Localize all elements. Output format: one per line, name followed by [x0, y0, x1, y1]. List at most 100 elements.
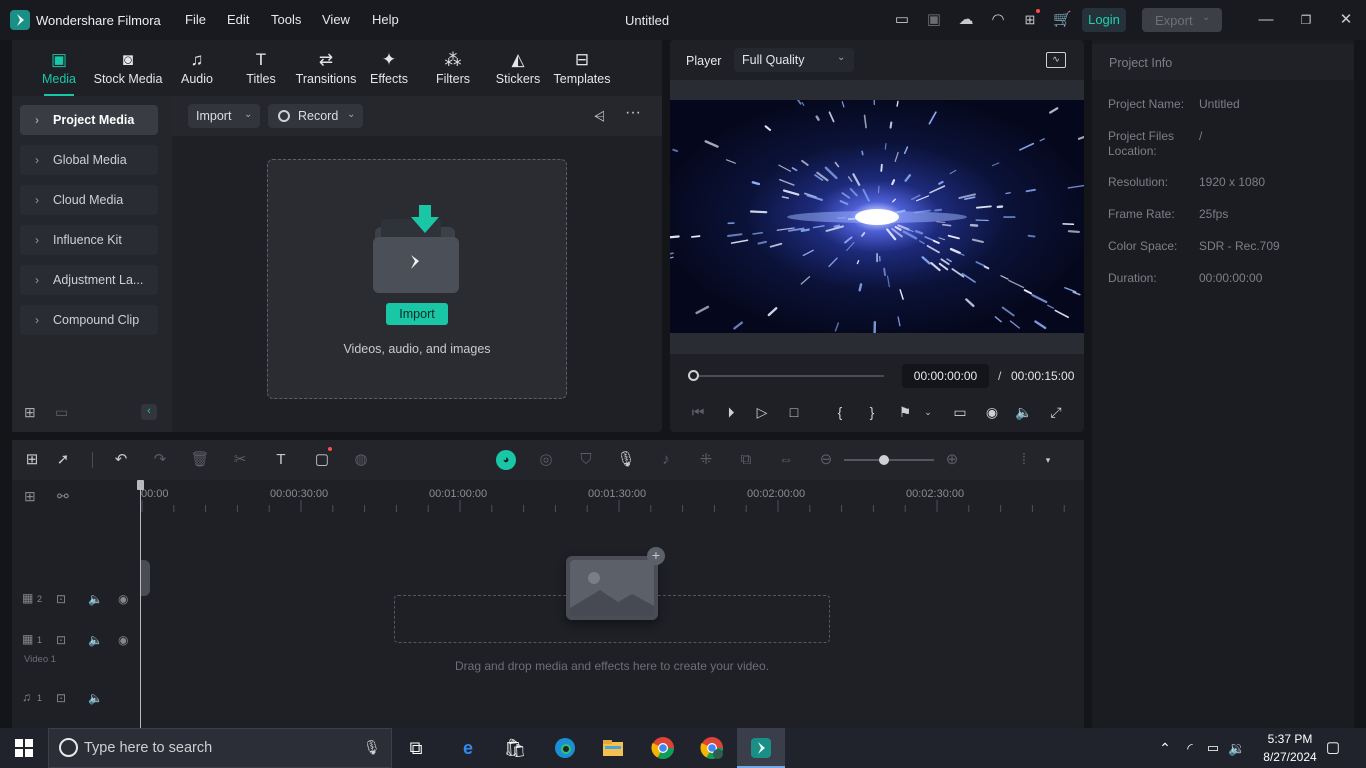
tab-filters[interactable]: ⁂ Filters — [430, 50, 476, 92]
undo-icon[interactable]: ↶ — [111, 450, 131, 470]
cloud-upload-icon[interactable]: ☁ — [957, 11, 975, 29]
clock-time[interactable]: 5:37 PM — [1256, 732, 1324, 746]
new-folder-icon[interactable]: ⊞ — [24, 404, 36, 421]
login-button[interactable]: Login — [1082, 8, 1126, 32]
tab-stock-media[interactable]: ◙ Stock Media — [93, 50, 163, 92]
sidebar-item-cloud-media[interactable]: Cloud Media — [20, 185, 158, 215]
sidebar-item-compound-clip[interactable]: Compound Clip — [20, 305, 158, 335]
chrome-icon[interactable] — [651, 736, 675, 760]
fullscreen-icon[interactable]: ⤢ — [1046, 402, 1066, 422]
cart-icon[interactable]: 🛒 — [1053, 11, 1072, 29]
mute-icon[interactable]: 🔈 — [88, 633, 103, 647]
step-forward-icon[interactable]: ⏵ — [721, 402, 741, 422]
shield-marker-icon[interactable]: ⛉ — [576, 450, 596, 470]
tab-audio[interactable]: ♫ Audio — [174, 50, 220, 92]
tab-templates[interactable]: ⊟ Templates — [552, 50, 612, 92]
import-button[interactable]: Import — [386, 303, 448, 325]
display-settings-icon[interactable]: ▭ — [950, 402, 970, 422]
auto-reframe-icon[interactable]: ⧉ — [736, 450, 756, 470]
zoom-slider-track[interactable] — [844, 459, 934, 461]
mark-in-icon[interactable]: { — [830, 402, 850, 422]
lock-icon[interactable]: ⊡ — [56, 633, 66, 647]
chevron-down-icon[interactable]: ▾ — [1038, 450, 1058, 470]
minimize-icon[interactable]: — — [1257, 11, 1275, 29]
more-options-icon[interactable]: ··· — [625, 104, 641, 122]
track-resize-handle[interactable] — [141, 560, 150, 596]
ai-tools-icon[interactable]: ⁜ — [696, 450, 716, 470]
headset-icon[interactable]: ◠ — [989, 11, 1007, 29]
file-explorer-icon[interactable] — [601, 736, 625, 760]
wifi-icon[interactable]: ◜ — [1178, 736, 1202, 760]
menu-view[interactable]: View — [322, 12, 350, 27]
cut-scissors-icon[interactable]: ✂ — [230, 450, 250, 470]
prev-frame-icon[interactable]: ⏮ — [688, 402, 708, 422]
ai-assistant-icon[interactable]: ◕ — [496, 450, 516, 470]
sidebar-item-project-media[interactable]: Project Media — [20, 105, 158, 135]
zoom-slider-knob[interactable] — [879, 455, 889, 465]
chrome-profile-icon[interactable] — [700, 736, 724, 760]
crop-icon[interactable]: ▢ — [312, 450, 332, 470]
current-time-display[interactable]: 00:00:00:00 — [902, 364, 989, 388]
eye-icon[interactable]: ◉ — [118, 633, 128, 647]
select-pointer-icon[interactable]: ➚ — [53, 450, 73, 470]
marker-icon[interactable]: ⚑ — [895, 402, 915, 422]
menu-help[interactable]: Help — [372, 12, 399, 27]
chevron-down-icon[interactable]: ⌄ — [918, 402, 938, 422]
notification-center-icon[interactable]: ▢ — [1321, 736, 1345, 760]
redo-icon[interactable]: ↷ — [150, 450, 170, 470]
tab-transitions[interactable]: ⇄ Transitions — [293, 50, 359, 92]
record-dropdown[interactable]: Record ⌄ — [268, 104, 363, 128]
text-tool-icon[interactable]: T — [271, 450, 291, 470]
layout-grid-icon[interactable]: ⊞ — [22, 450, 42, 470]
lock-icon[interactable]: ⊡ — [56, 592, 66, 606]
edge-legacy-icon[interactable]: e — [456, 736, 480, 760]
scopes-icon[interactable]: ∿ — [1046, 52, 1066, 68]
link-icon[interactable]: ⚯ — [57, 488, 69, 505]
tab-titles[interactable]: T Titles — [238, 50, 284, 92]
track-layout-icon[interactable]: ⁞ — [1014, 450, 1034, 470]
layout-icon[interactable]: ▭ — [893, 11, 911, 29]
task-view-icon[interactable]: ⧉ — [404, 736, 428, 760]
audio-mixer-icon[interactable]: ♪ — [656, 450, 676, 470]
microphone-icon[interactable]: 🎙 — [363, 739, 381, 756]
sidebar-item-global-media[interactable]: Global Media — [20, 145, 158, 175]
menu-file[interactable]: File — [185, 12, 206, 27]
tab-effects[interactable]: ✦ Effects — [366, 50, 412, 92]
export-button[interactable]: Export ⌄ — [1142, 8, 1222, 32]
snapshot-camera-icon[interactable]: ◉ — [982, 402, 1002, 422]
filmora-taskbar-icon[interactable] — [749, 736, 773, 760]
close-icon[interactable]: ✕ — [1337, 11, 1355, 29]
stop-icon[interactable]: □ — [784, 402, 804, 422]
fit-timeline-icon[interactable]: ⇔ — [776, 450, 796, 470]
sidebar-item-influence-kit[interactable]: Influence Kit — [20, 225, 158, 255]
battery-icon[interactable]: ▭ — [1201, 736, 1225, 760]
zoom-in-icon[interactable]: ⊕ — [942, 450, 962, 470]
delete-icon[interactable]: 🗑 — [190, 450, 210, 470]
playhead-knob[interactable] — [688, 370, 699, 381]
mark-out-icon[interactable]: } — [862, 402, 882, 422]
chevron-up-icon[interactable]: ⌃ — [1153, 736, 1177, 760]
apps-grid-icon[interactable]: ⊞ — [1021, 11, 1039, 29]
playhead-line[interactable] — [140, 480, 141, 728]
quality-dropdown[interactable]: Full Quality ⌄ — [734, 48, 854, 72]
play-icon[interactable]: ▷ — [752, 402, 772, 422]
sidebar-item-adjustment-layer[interactable]: Adjustment La... — [20, 265, 158, 295]
windows-start-icon[interactable] — [14, 738, 34, 758]
import-dropdown[interactable]: Import ⌄ — [188, 104, 260, 128]
folder-icon[interactable]: ▭ — [55, 404, 68, 421]
clock-date[interactable]: 8/27/2024 — [1256, 750, 1324, 764]
volume-icon[interactable]: 🔈 — [1014, 402, 1034, 422]
tab-stickers[interactable]: ◭ Stickers — [494, 50, 542, 92]
collapse-sidebar-button[interactable]: ‹ — [141, 404, 157, 420]
filter-sort-icon[interactable]: ⩤ — [594, 108, 605, 125]
lock-icon[interactable]: ⊡ — [56, 691, 66, 705]
playhead-top[interactable] — [137, 480, 144, 490]
tab-media[interactable]: ▣ Media — [34, 50, 84, 92]
store-icon[interactable]: 🛍 — [503, 736, 527, 760]
mute-icon[interactable]: 🔈 — [88, 691, 103, 705]
menu-edit[interactable]: Edit — [227, 12, 249, 27]
zoom-out-icon[interactable]: ⊖ — [816, 450, 836, 470]
color-palette-icon[interactable]: ◍ — [351, 450, 371, 470]
save-icon[interactable]: ▣ — [925, 11, 943, 29]
menu-tools[interactable]: Tools — [271, 12, 301, 27]
